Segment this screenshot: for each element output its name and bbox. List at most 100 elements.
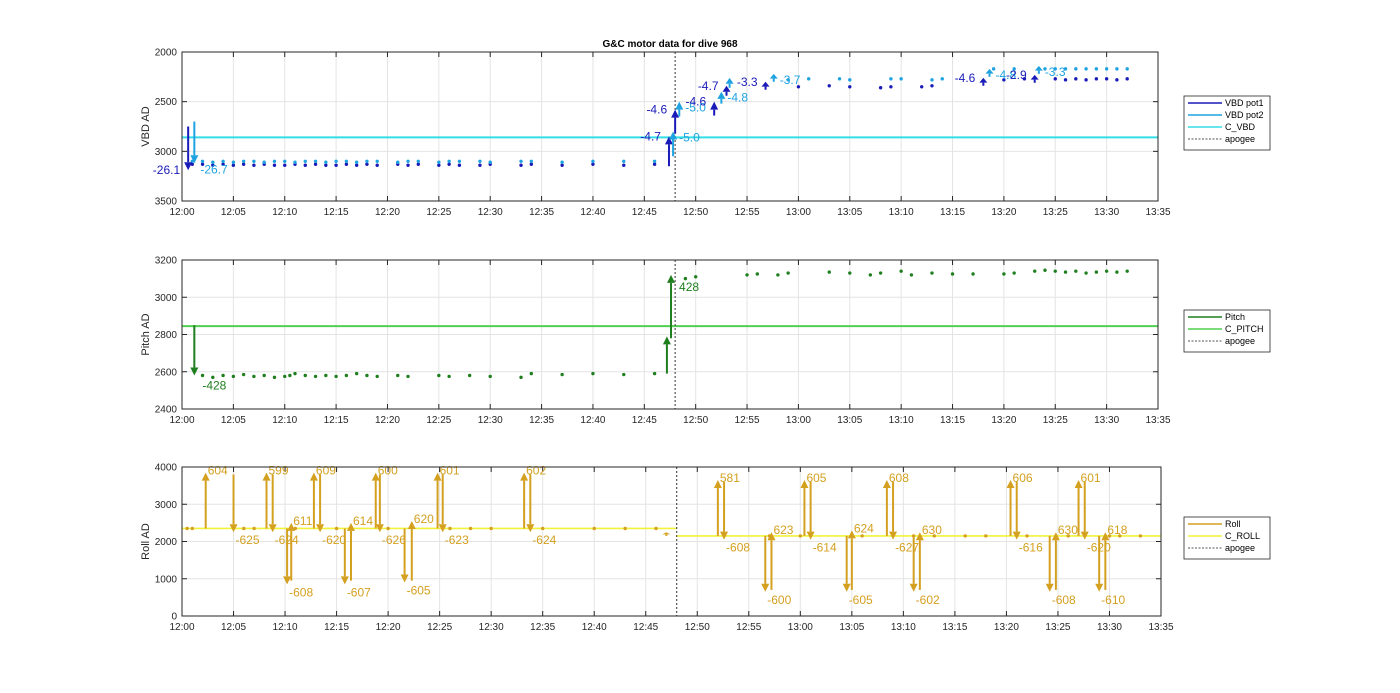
data-point [241,372,246,377]
y-tick-label: 3000 [155,293,178,304]
data-point [303,373,307,378]
data-point [837,77,842,81]
x-tick-label: 13:10 [889,207,914,218]
data-point [776,273,780,277]
data-point [293,160,297,164]
motor-arrow-label: 620 [414,512,434,526]
motor-arrow-label: -608 [726,541,750,555]
x-tick-label: 13:10 [889,415,914,426]
data-point [375,374,379,379]
data-point [252,526,256,531]
y-tick-label: 2600 [155,367,178,378]
legend-entry: C_PITCH [1225,324,1264,334]
legend-entry: apogee [1225,134,1255,144]
data-point [560,372,564,377]
x-tick-label: 12:25 [426,207,451,218]
x-tick-label: 12:15 [324,207,349,218]
data-point [755,272,760,276]
data-point [519,159,523,163]
data-point [1033,269,1037,273]
data-point [889,77,893,81]
motor-arrow-label: 618 [1107,523,1127,537]
data-point [786,271,790,275]
y-tick-label: 2500 [155,97,178,108]
data-point [984,534,988,538]
panel-roll: 12:00 12:05 12:10 12:15 12:20 12:25 12:30 12:35… [140,463,1271,633]
data-point [745,273,749,277]
data-point [878,86,883,90]
data-point [806,77,811,81]
data-point [909,273,914,277]
motor-arrow-label: 630 [1058,523,1078,537]
legend-entry: C_VBD [1225,122,1256,132]
data-point [652,159,657,163]
legend-entry: Pitch [1225,312,1245,322]
motor-arrow-label: -4.7 [698,79,719,93]
panel-pitch: 12:00 12:05 12:10 12:15 12:20 12:25 12:30 12:35… [140,256,1271,426]
data-point [313,374,318,379]
data-point [344,373,349,378]
data-point [529,162,534,166]
x-tick-label: 12:50 [685,622,710,633]
motor-arrow-label: -608 [1052,593,1076,607]
x-tick-label: 13:35 [1148,622,1173,633]
data-point [1125,67,1129,71]
x-tick-label: 13:15 [940,207,965,218]
data-point [185,526,189,531]
motor-arrow-label: 601 [1081,471,1101,485]
legend: VBD pot1 VBD pot2 C_VBDapogee [1183,95,1271,151]
data-point [437,163,441,167]
motor-arrow-label: -4.8 [727,91,748,105]
x-tick-label: 12:25 [427,622,452,633]
data-point [416,159,420,163]
data-point [1094,77,1099,81]
data-point [591,371,595,376]
data-point [375,163,379,167]
motor-arrow-label: -26.7 [200,162,228,176]
motor-arrow-label: 428 [679,280,699,294]
legend: Roll C_ROLLapogee [1183,516,1271,560]
data-point [1104,77,1109,81]
data-point [365,159,369,163]
x-tick-label: 12:50 [683,415,708,426]
y-axis-label: Pitch AD [140,313,152,355]
data-point [354,371,359,376]
y-axis-label: VBD AD [140,106,152,146]
data-point [406,159,410,163]
data-point [848,271,852,275]
y-tick-label: 3000 [155,500,178,511]
data-point [437,373,441,378]
data-point [529,371,534,376]
data-point [283,374,287,379]
motor-arrow-label: -428 [202,378,226,392]
data-point [406,163,410,167]
data-point [303,163,307,167]
x-tick-label: 12:40 [582,622,607,633]
x-tick-label: 13:25 [1043,207,1068,218]
legend-entry: apogee [1225,336,1255,346]
data-point [971,272,975,276]
motor-arrow-label: -2.9 [1006,68,1027,82]
x-tick-label: 13:05 [837,207,862,218]
data-point [334,526,339,531]
data-point [591,159,595,163]
data-point [950,272,955,276]
data-point [1012,271,1016,275]
data-point [252,374,256,379]
motor-arrow-label: -4.7 [640,129,661,143]
x-tick-label: 12:15 [324,622,349,633]
x-tick-label: 12:20 [376,622,401,633]
data-point [654,526,658,531]
data-point [272,375,277,380]
x-tick-label: 12:05 [221,622,246,633]
data-point [324,373,328,378]
data-point [334,374,338,379]
x-tick-label: 12:10 [273,622,298,633]
x-tick-label: 12:45 [632,415,657,426]
x-tick-label: 13:30 [1097,622,1122,633]
data-point [252,159,256,163]
x-tick-label: 12:30 [478,207,503,218]
data-point [437,160,441,164]
data-point [693,275,698,279]
x-tick-label: 12:00 [169,207,194,218]
